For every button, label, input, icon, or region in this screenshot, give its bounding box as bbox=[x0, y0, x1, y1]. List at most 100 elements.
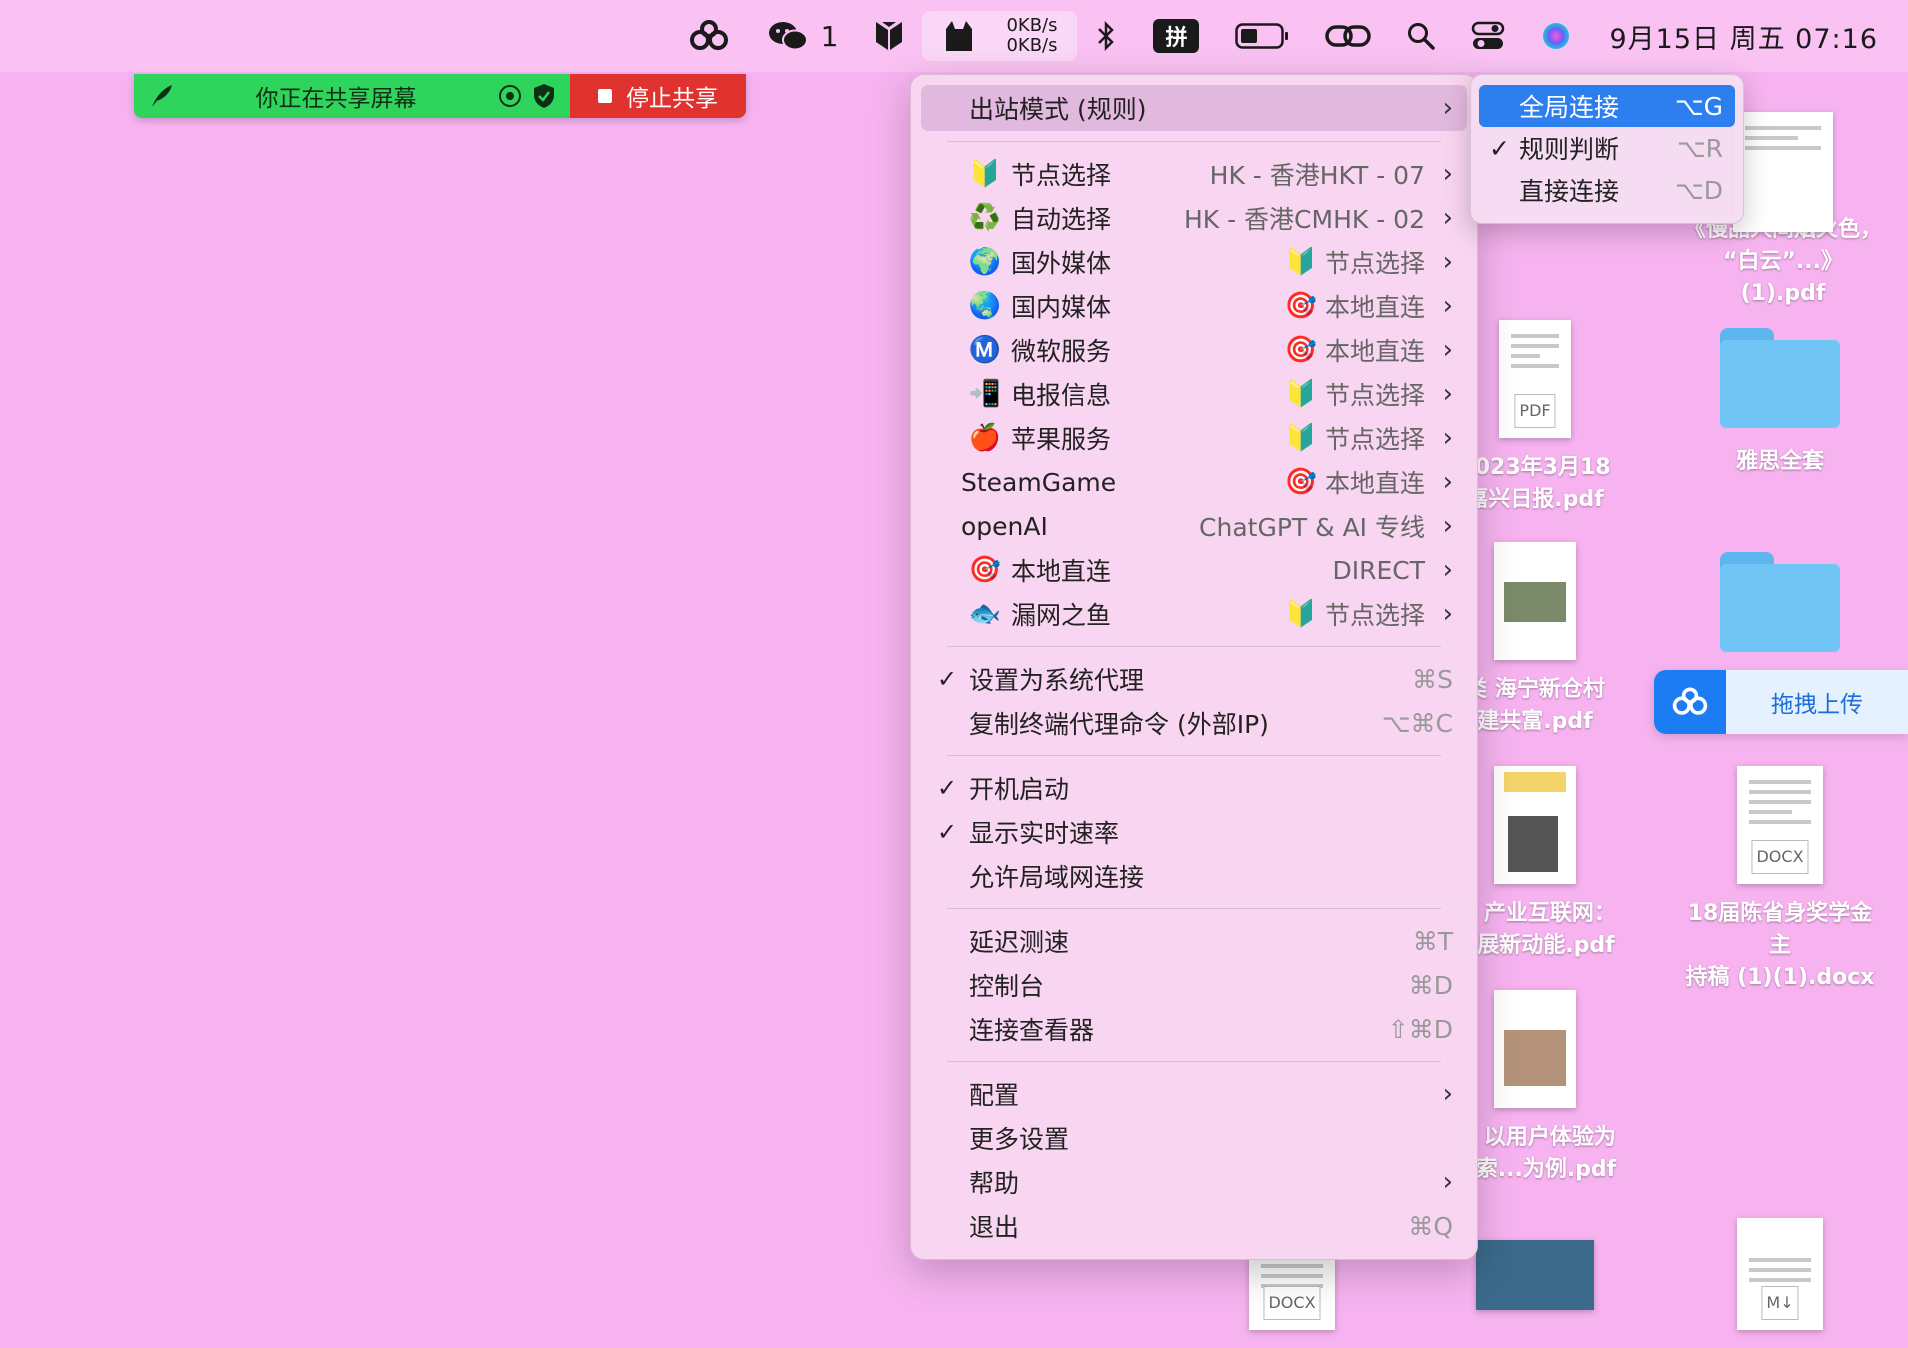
proxy-group-name: SteamGame bbox=[961, 468, 1285, 497]
proxy-group-label: 苹果服务 bbox=[1011, 425, 1112, 454]
spotlight-search-icon[interactable] bbox=[1389, 8, 1453, 64]
proxy-group-label: 国内媒体 bbox=[1011, 293, 1112, 322]
more-settings-label: 更多设置 bbox=[969, 1125, 1070, 1154]
shortcut-hint: ⌥D bbox=[1674, 175, 1723, 205]
shield-check-icon bbox=[534, 84, 554, 108]
show-speed-item[interactable]: ✓ 显示实时速率 bbox=[921, 810, 1467, 854]
desktop-file-markdown[interactable]: M↓ bbox=[1680, 1218, 1880, 1344]
system-proxy-label: 设置为系统代理 bbox=[969, 666, 1145, 695]
more-settings-item[interactable]: 更多设置 bbox=[921, 1116, 1467, 1160]
proxy-group-selection-label: 节点选择 bbox=[1324, 381, 1425, 410]
proxy-group-label: openAI bbox=[961, 511, 1048, 541]
proxy-group-name: 🌍 国外媒体 bbox=[969, 244, 1285, 280]
menubar-clock[interactable]: 9月15日 周五 07:16 bbox=[1589, 8, 1878, 64]
direct-mode-label: 直接连接 bbox=[1519, 177, 1620, 206]
beginner-badge-icon: 🔰 bbox=[1284, 423, 1318, 453]
proxy-group-item[interactable]: ♻️ 自动选择 HK - 香港CMHK - 02 › bbox=[921, 196, 1467, 240]
proxy-group-item[interactable]: openAI ChatGPT & AI 专线 › bbox=[921, 504, 1467, 548]
shortcut-hint: ⌥G bbox=[1674, 91, 1723, 121]
menu-divider bbox=[947, 646, 1441, 647]
beginner-badge-icon: 🔰 bbox=[968, 159, 1002, 189]
config-item[interactable]: 配置 › bbox=[921, 1072, 1467, 1116]
desktop-folder[interactable]: 雅思全套 bbox=[1680, 328, 1880, 478]
file-ext-badge: PDF bbox=[1514, 394, 1556, 428]
proxy-group-label: 自动选择 bbox=[1011, 205, 1112, 234]
allow-lan-item[interactable]: 允许局域网连接 bbox=[921, 854, 1467, 898]
link-icon[interactable] bbox=[1307, 8, 1389, 64]
file-ext-badge: DOCX bbox=[1263, 1286, 1321, 1320]
desktop-folder[interactable] bbox=[1680, 552, 1880, 670]
shortcut-hint: ⌥⌘C bbox=[1381, 708, 1453, 738]
desktop-file-docx[interactable]: DOCX 18届陈省身奖学金主 持稿 (1)(1).docx bbox=[1680, 766, 1880, 994]
proxy-group-item[interactable]: 🍎 苹果服务 🔰 节点选择 › bbox=[921, 416, 1467, 460]
show-speed-label: 显示实时速率 bbox=[969, 819, 1120, 848]
dashboard-item[interactable]: 控制台 ⌘D bbox=[921, 963, 1467, 1007]
proxy-group-selection: DIRECT bbox=[1332, 556, 1425, 585]
checkmark-icon: ✓ bbox=[936, 818, 958, 846]
help-item[interactable]: 帮助 › bbox=[921, 1160, 1467, 1204]
config-label: 配置 bbox=[969, 1081, 1020, 1110]
clash-speed-item[interactable]: 0KB/s 0KB/s bbox=[922, 11, 1078, 61]
copy-proxy-command-item[interactable]: 复制终端代理命令 (外部IP) ⌥⌘C bbox=[921, 701, 1467, 745]
stop-share-button[interactable]: 停止共享 bbox=[570, 74, 746, 118]
apple-icon: 🍎 bbox=[968, 423, 1002, 453]
siri-icon[interactable] bbox=[1523, 8, 1589, 64]
wechat-status-item[interactable]: 1 bbox=[749, 8, 857, 64]
bluetooth-icon[interactable] bbox=[1077, 8, 1135, 64]
battery-icon[interactable] bbox=[1217, 8, 1307, 64]
chevron-right-icon: › bbox=[1442, 1079, 1453, 1109]
file-thumbnail bbox=[1494, 766, 1576, 884]
proxy-group-item[interactable]: 📲 电报信息 🔰 节点选择 › bbox=[921, 372, 1467, 416]
proxy-group-selection-label: DIRECT bbox=[1332, 555, 1425, 585]
pinyin-input-badge: 拼 bbox=[1153, 19, 1200, 53]
proxy-group-item[interactable]: 🐟 漏网之鱼 🔰 节点选择 › bbox=[921, 592, 1467, 636]
proxy-group-item[interactable]: 🔰 节点选择 HK - 香港HKT - 07 › bbox=[921, 152, 1467, 196]
file-name-line1: 18届陈省身奖学金主 bbox=[1687, 901, 1873, 958]
help-label: 帮助 bbox=[969, 1169, 1020, 1198]
outbound-mode-item[interactable]: 出站模式 (规则) › bbox=[921, 85, 1467, 131]
baidu-drag-upload[interactable]: 拖拽上传 bbox=[1654, 670, 1908, 734]
rule-mode-item[interactable]: ✓ 规则判断 ⌥R bbox=[1479, 127, 1735, 169]
proxy-group-item[interactable]: Ⓜ️ 微软服务 🎯 本地直连 › bbox=[921, 328, 1467, 372]
proxy-group-selection: 🔰 节点选择 bbox=[1285, 596, 1425, 632]
proxy-group-item[interactable]: 🎯 本地直连 DIRECT › bbox=[921, 548, 1467, 592]
share-status[interactable]: 你正在共享屏幕 bbox=[134, 74, 570, 118]
baidu-netdisk-icon[interactable] bbox=[669, 8, 749, 64]
dashboard-label: 控制台 bbox=[969, 972, 1045, 1001]
clash-cat-icon bbox=[946, 21, 973, 51]
menu-bar: 1 0KB/s 0KB/s 拼 9月15日 周五 07:16 bbox=[0, 0, 1908, 72]
shortcut-hint: ⌘D bbox=[1408, 970, 1453, 1000]
desktop-file-docx[interactable]: DOCX bbox=[1192, 1250, 1392, 1344]
chevron-right-icon: › bbox=[1442, 93, 1453, 123]
proxy-group-label: 漏网之鱼 bbox=[1011, 601, 1112, 630]
recycle-icon: ♻️ bbox=[968, 203, 1002, 233]
checkmark-icon: ✓ bbox=[936, 774, 958, 802]
latency-test-item[interactable]: 延迟测速 ⌘T bbox=[921, 919, 1467, 963]
connection-viewer-item[interactable]: 连接查看器 ⇧⌘D bbox=[921, 1007, 1467, 1051]
folder-icon bbox=[1720, 552, 1840, 652]
chevron-right-icon: › bbox=[1442, 291, 1453, 321]
outbound-mode-submenu: 全局连接 ⌥G ✓ 规则判断 ⌥R 直接连接 ⌥D bbox=[1470, 74, 1744, 224]
quit-item[interactable]: 退出 ⌘Q bbox=[921, 1204, 1467, 1248]
proxy-group-selection-label: 本地直连 bbox=[1324, 337, 1425, 366]
proxy-group-item[interactable]: 🌏 国内媒体 🎯 本地直连 › bbox=[921, 284, 1467, 328]
input-method-item[interactable]: 拼 bbox=[1135, 8, 1217, 64]
file-ext-badge: DOCX bbox=[1751, 840, 1809, 874]
checkmark-icon: ✓ bbox=[936, 665, 958, 693]
app-launcher-icon[interactable] bbox=[856, 8, 922, 64]
direct-mode-item[interactable]: 直接连接 ⌥D bbox=[1479, 169, 1735, 211]
control-center-icon[interactable] bbox=[1453, 8, 1523, 64]
proxy-group-label: 微软服务 bbox=[1011, 337, 1112, 366]
chevron-right-icon: › bbox=[1442, 379, 1453, 409]
system-proxy-item[interactable]: ✓ 设置为系统代理 ⌘S bbox=[921, 657, 1467, 701]
proxy-group-item[interactable]: SteamGame 🎯 本地直连 › bbox=[921, 460, 1467, 504]
file-thumbnail: DOCX bbox=[1249, 1250, 1335, 1330]
file-name-line2: 持稿 (1)(1).docx bbox=[1685, 965, 1875, 990]
feather-icon bbox=[152, 85, 172, 107]
proxy-group-selection: 🎯 本地直连 bbox=[1285, 332, 1425, 368]
launch-at-login-item[interactable]: ✓ 开机启动 bbox=[921, 766, 1467, 810]
globe-asia-icon: 🌏 bbox=[968, 291, 1002, 321]
proxy-group-selection: 🔰 节点选择 bbox=[1285, 376, 1425, 412]
proxy-group-item[interactable]: 🌍 国外媒体 🔰 节点选择 › bbox=[921, 240, 1467, 284]
global-mode-item[interactable]: 全局连接 ⌥G bbox=[1479, 85, 1735, 127]
